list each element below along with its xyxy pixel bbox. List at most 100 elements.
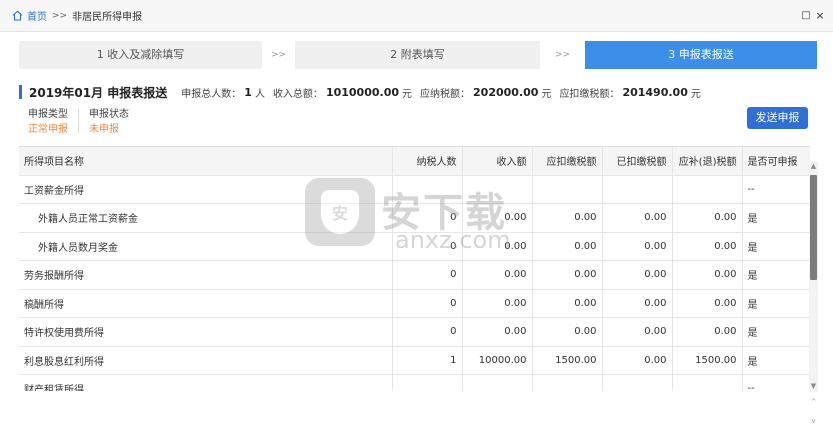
col-header-taxpayer-count: 纳税人数 <box>392 147 463 176</box>
col-header-withheld: 已扣缴税额 <box>602 147 673 176</box>
tax-due-label: 应纳税额： <box>420 88 471 100</box>
people-label: 申报总人数： <box>181 88 242 100</box>
page-scroll-down-icon[interactable]: v <box>809 416 818 427</box>
cell-withhold-due <box>532 374 603 391</box>
scroll-up-icon[interactable]: ▲ <box>809 161 818 172</box>
cell-withheld <box>602 374 673 391</box>
cell-income: 0.00 <box>462 289 533 318</box>
cell-withheld: 0.00 <box>602 203 673 233</box>
cell-withheld: 0.00 <box>602 289 673 318</box>
cell-refund: 0.00 <box>672 232 743 261</box>
cell-income: 10000.00 <box>462 346 533 375</box>
col-header-withhold-due: 应扣缴税额 <box>532 147 603 176</box>
cell-taxpayer-count: 0 <box>392 289 463 318</box>
cell-income <box>462 374 533 391</box>
cell-withheld: 0.00 <box>602 232 673 261</box>
cell-can-declare: -- <box>742 374 810 391</box>
page-scroll-up-icon[interactable]: ^ <box>809 397 818 408</box>
cell-item-name: 特许权使用费所得 <box>19 317 393 347</box>
cell-taxpayer-count <box>392 374 463 391</box>
home-icon[interactable] <box>12 10 23 21</box>
table-scrollbar[interactable]: ▲ ▼ <box>809 161 818 392</box>
col-header-item-name: 所得项目名称 <box>19 147 393 176</box>
withhold-unit: 元 <box>690 88 701 100</box>
page-scrollbar[interactable]: ^ v <box>809 395 818 435</box>
cell-item-name: 外籍人员正常工资薪金 <box>19 203 393 233</box>
cell-withhold-due: 0.00 <box>532 317 603 347</box>
breadcrumb-current: 非居民所得申报 <box>72 12 143 23</box>
step-indicator: 1 收入及减除填写 >> 2 附表填写 >> 3 申报表报送 <box>19 41 817 69</box>
declare-type-label: 申报类型 <box>28 109 68 120</box>
cell-refund: 1500.00 <box>672 346 743 375</box>
declare-status-value: 未申报 <box>89 124 119 135</box>
scroll-down-icon[interactable]: ▼ <box>809 381 818 392</box>
step-arrow: >> <box>270 50 287 60</box>
cell-refund <box>672 175 743 204</box>
cell-withhold-due: 1500.00 <box>532 346 603 375</box>
cell-item-name: 工资薪金所得 <box>19 175 393 204</box>
cell-taxpayer-count: 0 <box>392 260 463 290</box>
cell-withhold-due: 0.00 <box>532 203 603 233</box>
cell-taxpayer-count: 0 <box>392 317 463 347</box>
cell-refund <box>672 374 743 391</box>
cell-income: 0.00 <box>462 232 533 261</box>
cell-income <box>462 175 533 204</box>
cell-can-declare: 是 <box>742 317 810 347</box>
people-value: 1 <box>244 85 252 99</box>
table-row[interactable]: 利息股息红利所得 1 10000.00 1500.00 0.00 1500.00 是 <box>19 346 810 375</box>
table-row[interactable]: 劳务报酬所得 0 0.00 0.00 0.00 0.00 是 <box>19 260 810 290</box>
scrollbar-thumb[interactable] <box>810 175 817 280</box>
cell-refund: 0.00 <box>672 289 743 318</box>
breadcrumb-home-link[interactable]: 首页 <box>27 8 47 23</box>
income-items-table: 所得项目名称 纳税人数 收入额 应扣缴税额 已扣缴税额 应补(退)税额 是否可申… <box>19 146 810 391</box>
cell-income: 0.00 <box>462 317 533 347</box>
withhold-label: 应扣缴税额： <box>559 88 620 100</box>
cell-item-name: 利息股息红利所得 <box>19 346 393 375</box>
meta-divider <box>78 109 79 133</box>
cell-can-declare: 是 <box>742 232 810 261</box>
restore-icon[interactable]: □ <box>801 11 811 21</box>
declare-type: 申报类型 正常申报 <box>28 107 68 137</box>
cell-taxpayer-count <box>392 175 463 204</box>
declare-status: 申报状态 未申报 <box>89 107 129 137</box>
close-icon[interactable]: × <box>815 10 825 21</box>
cell-taxpayer-count: 0 <box>392 232 463 261</box>
cell-item-name: 外籍人员数月奖金 <box>19 232 393 261</box>
title-accent-bar <box>19 85 22 99</box>
cell-income: 0.00 <box>462 203 533 233</box>
table-row[interactable]: 特许权使用费所得 0 0.00 0.00 0.00 0.00 是 <box>19 317 810 347</box>
cell-item-name: 稿酬所得 <box>19 289 393 318</box>
cell-refund: 0.00 <box>672 203 743 233</box>
table-row[interactable]: 外籍人员正常工资薪金 0 0.00 0.00 0.00 0.00 是 <box>19 203 810 233</box>
summary-row: 2019年01月 申报表报送 申报总人数： 1 人 收入总额： 1010000.… <box>19 82 709 102</box>
cell-withhold-due: 0.00 <box>532 232 603 261</box>
cell-item-name: 财产租赁所得 <box>19 374 393 391</box>
cell-withhold-due: 0.00 <box>532 260 603 290</box>
declare-status-label: 申报状态 <box>89 109 129 120</box>
table-row[interactable]: 工资薪金所得 -- <box>19 175 810 204</box>
cell-income: 0.00 <box>462 260 533 290</box>
table-row[interactable]: 财产租赁所得 -- <box>19 374 810 391</box>
table-row[interactable]: 外籍人员数月奖金 0 0.00 0.00 0.00 0.00 是 <box>19 232 810 261</box>
top-bar: 首页 >> 非居民所得申报 □ × <box>0 0 833 32</box>
step-income-deduction[interactable]: 1 收入及减除填写 <box>19 41 262 69</box>
income-label: 收入总额： <box>272 88 323 100</box>
tax-due-value: 202000.00 <box>473 85 539 99</box>
tax-due-unit: 元 <box>541 88 552 100</box>
step-submit-return[interactable]: 3 申报表报送 <box>585 41 817 69</box>
table-row[interactable]: 稿酬所得 0 0.00 0.00 0.00 0.00 是 <box>19 289 810 318</box>
cell-refund: 0.00 <box>672 260 743 290</box>
cell-item-name: 劳务报酬所得 <box>19 260 393 290</box>
cell-taxpayer-count: 0 <box>392 203 463 233</box>
cell-withhold-due <box>532 175 603 204</box>
withhold-value: 201490.00 <box>622 85 688 99</box>
step-attachments[interactable]: 2 附表填写 <box>295 41 540 69</box>
cell-refund: 0.00 <box>672 317 743 347</box>
send-declaration-button[interactable]: 发送申报 <box>747 107 808 129</box>
cell-can-declare: 是 <box>742 289 810 318</box>
cell-taxpayer-count: 1 <box>392 346 463 375</box>
col-header-income: 收入额 <box>462 147 533 176</box>
income-unit: 元 <box>402 88 413 100</box>
declare-type-value: 正常申报 <box>28 124 68 135</box>
income-value: 1010000.00 <box>325 85 400 99</box>
